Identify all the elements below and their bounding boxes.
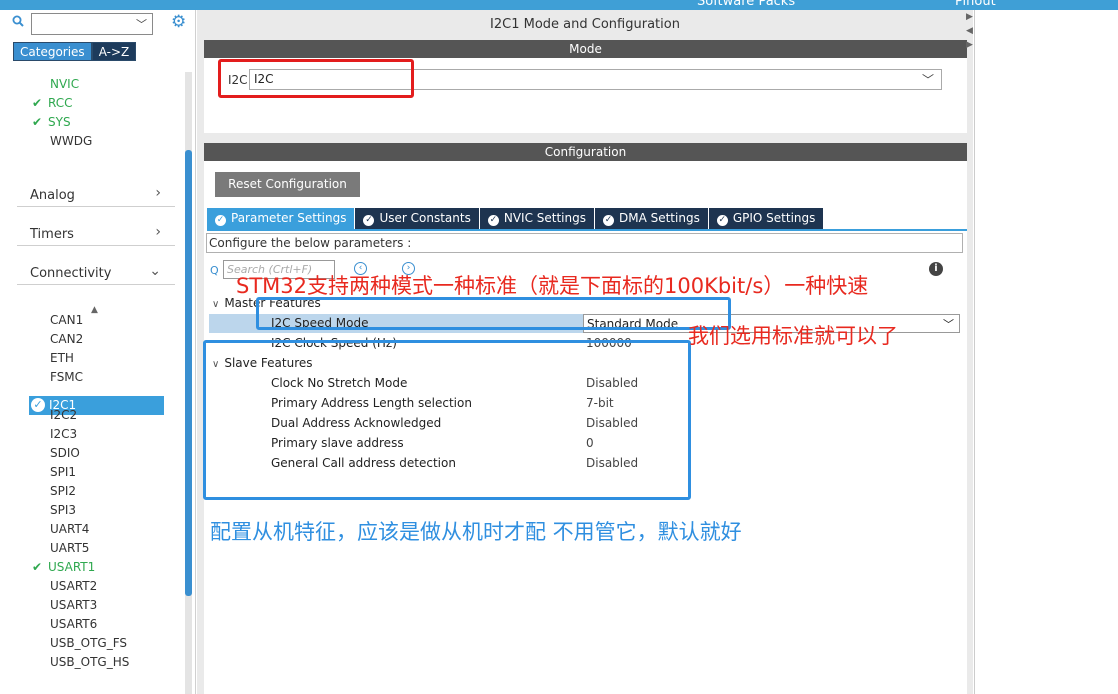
tab-label: DMA Settings — [618, 211, 700, 225]
tab-dma-settings[interactable]: ✓ DMA Settings — [594, 208, 708, 229]
tab-label: User Constants — [379, 211, 471, 225]
tree-item-usart2[interactable]: USART2 — [50, 577, 97, 595]
tree-item-wwdg[interactable]: WWDG — [50, 132, 92, 150]
scrollbar-thumb[interactable] — [185, 150, 192, 596]
right-panel — [974, 10, 1118, 694]
tab-underline — [207, 229, 967, 231]
tree-item-uart5[interactable]: UART5 — [50, 539, 89, 557]
tab-a-to-z[interactable]: A->Z — [91, 42, 137, 61]
mode-header: Mode — [204, 40, 967, 58]
annotation-blue: 配置从机特征，应该是做从机时才配 不用管它，默认就好 — [210, 520, 742, 544]
config-tabs: ✓ Parameter Settings ✓ User Constants ✓ NVI… — [207, 208, 824, 229]
annotation-red-1: STM32支持两种模式一种标准（就是下面标的100Kbit/s）一种快速 — [236, 274, 869, 298]
tree-item-usart6[interactable]: USART6 — [50, 615, 97, 633]
search-icon: Q — [210, 264, 219, 277]
tree-item-i2c3[interactable]: I2C3 — [50, 425, 77, 443]
tree-item-usart3[interactable]: USART3 — [50, 596, 97, 614]
tree-item-eth[interactable]: ETH — [50, 349, 74, 367]
check-circle-icon: ✓ — [31, 398, 45, 412]
check-circle-icon: ✓ — [215, 215, 226, 226]
annotation-red-2: 我们选用标准就可以了 — [688, 324, 898, 348]
red-highlight-box — [218, 59, 414, 98]
tree-item-usb-otg-hs[interactable]: USB_OTG_HS — [50, 653, 129, 671]
tree-item-i2c2[interactable]: I2C2 — [50, 406, 77, 424]
check-circle-icon: ✓ — [363, 215, 375, 226]
tree-item-rcc[interactable]: ✔ RCC — [32, 94, 73, 112]
chevron-down-icon: ﹀ — [921, 73, 934, 87]
section-timers[interactable]: Timers › — [17, 220, 175, 246]
software-packs-menu[interactable]: Software Packs — [697, 0, 795, 9]
section-label: Analog — [30, 188, 75, 203]
tree-item-sys[interactable]: ✔ SYS — [32, 113, 71, 131]
arrow-right-icon: ▶ — [966, 12, 973, 22]
chevron-right-icon: › — [155, 185, 161, 201]
chevron-down-icon[interactable]: ﹀ — [136, 16, 147, 32]
tab-parameter-settings[interactable]: ✓ Parameter Settings — [207, 208, 355, 229]
section-analog[interactable]: Analog › — [17, 181, 175, 207]
tree-item-nvic[interactable]: NVIC — [50, 75, 79, 93]
chevron-right-icon: › — [155, 224, 161, 240]
gear-icon[interactable]: ⚙ — [171, 14, 186, 31]
chevron-down-icon: ⌄ — [149, 263, 161, 279]
check-circle-icon: ✓ — [602, 215, 614, 226]
tree-item-spi3[interactable]: SPI3 — [50, 501, 76, 519]
tab-label: Parameter Settings — [231, 211, 347, 225]
check-circle-icon: ✓ — [716, 215, 728, 226]
tree-item-spi2[interactable]: SPI2 — [50, 482, 76, 500]
tree-item-fsmc[interactable]: FSMC — [50, 368, 83, 386]
left-scrollbar[interactable] — [185, 72, 192, 694]
search-icon[interactable] — [12, 15, 24, 27]
tab-nvic-settings[interactable]: ✓ NVIC Settings — [479, 208, 594, 229]
check-icon: ✔ — [32, 560, 43, 574]
arrow-left-icon: ◀ — [966, 26, 973, 36]
chevron-down-icon: ﹀ — [943, 318, 954, 331]
tree-item-label: RCC — [48, 96, 73, 110]
panel-collapse-arrows[interactable]: ▶ ◀ ▶ — [966, 10, 974, 70]
tree-item-uart4[interactable]: UART4 — [50, 520, 89, 538]
section-connectivity[interactable]: Connectivity ⌄ — [17, 259, 175, 285]
check-icon: ✔ — [32, 115, 43, 129]
info-icon[interactable]: i — [929, 262, 943, 276]
pinout-menu[interactable]: Pinout — [955, 0, 996, 9]
configuration-header: Configuration — [204, 143, 967, 161]
tab-label: NVIC Settings — [503, 211, 586, 225]
section-label: Connectivity — [30, 266, 112, 281]
tree-item-can1[interactable]: CAN1 — [50, 311, 83, 329]
tree-item-spi1[interactable]: SPI1 — [50, 463, 76, 481]
tree-item-usart1[interactable]: ✔ USART1 — [32, 558, 95, 576]
left-panel: ﹀ ⚙ Categories A->Z NVIC ✔ RCC ✔ SYS WWDG … — [0, 10, 196, 694]
blue-highlight-box-slave — [203, 340, 691, 500]
top-menu-bar: Software Packs Pinout — [0, 0, 1118, 10]
tab-label: GPIO Settings — [732, 211, 816, 225]
tree-item-sdio[interactable]: SDIO — [50, 444, 80, 462]
check-icon: ✔ — [32, 96, 43, 110]
category-search-input[interactable]: ﹀ — [31, 13, 153, 35]
tree-item-label: SYS — [48, 115, 71, 129]
configure-description: Configure the below parameters : — [206, 233, 963, 253]
section-label: Timers — [30, 227, 74, 242]
check-circle-icon: ✓ — [487, 215, 499, 226]
category-tabs: Categories A->Z — [13, 42, 137, 61]
chevron-down-icon: ∨ — [212, 299, 220, 310]
arrow-right-icon: ▶ — [966, 40, 973, 50]
tree-item-usb-otg-fs[interactable]: USB_OTG_FS — [50, 634, 127, 652]
sort-icon[interactable]: ▲ — [91, 305, 98, 315]
tab-gpio-settings[interactable]: ✓ GPIO Settings — [708, 208, 824, 229]
reset-configuration-button[interactable]: Reset Configuration — [215, 172, 360, 197]
tree-item-can2[interactable]: CAN2 — [50, 330, 83, 348]
page-title: I2C1 Mode and Configuration — [490, 17, 680, 32]
tree-item-label: USART1 — [48, 560, 96, 574]
blue-highlight-box-speed — [256, 297, 731, 330]
tab-user-constants[interactable]: ✓ User Constants — [355, 208, 479, 229]
tab-categories[interactable]: Categories — [13, 42, 92, 61]
